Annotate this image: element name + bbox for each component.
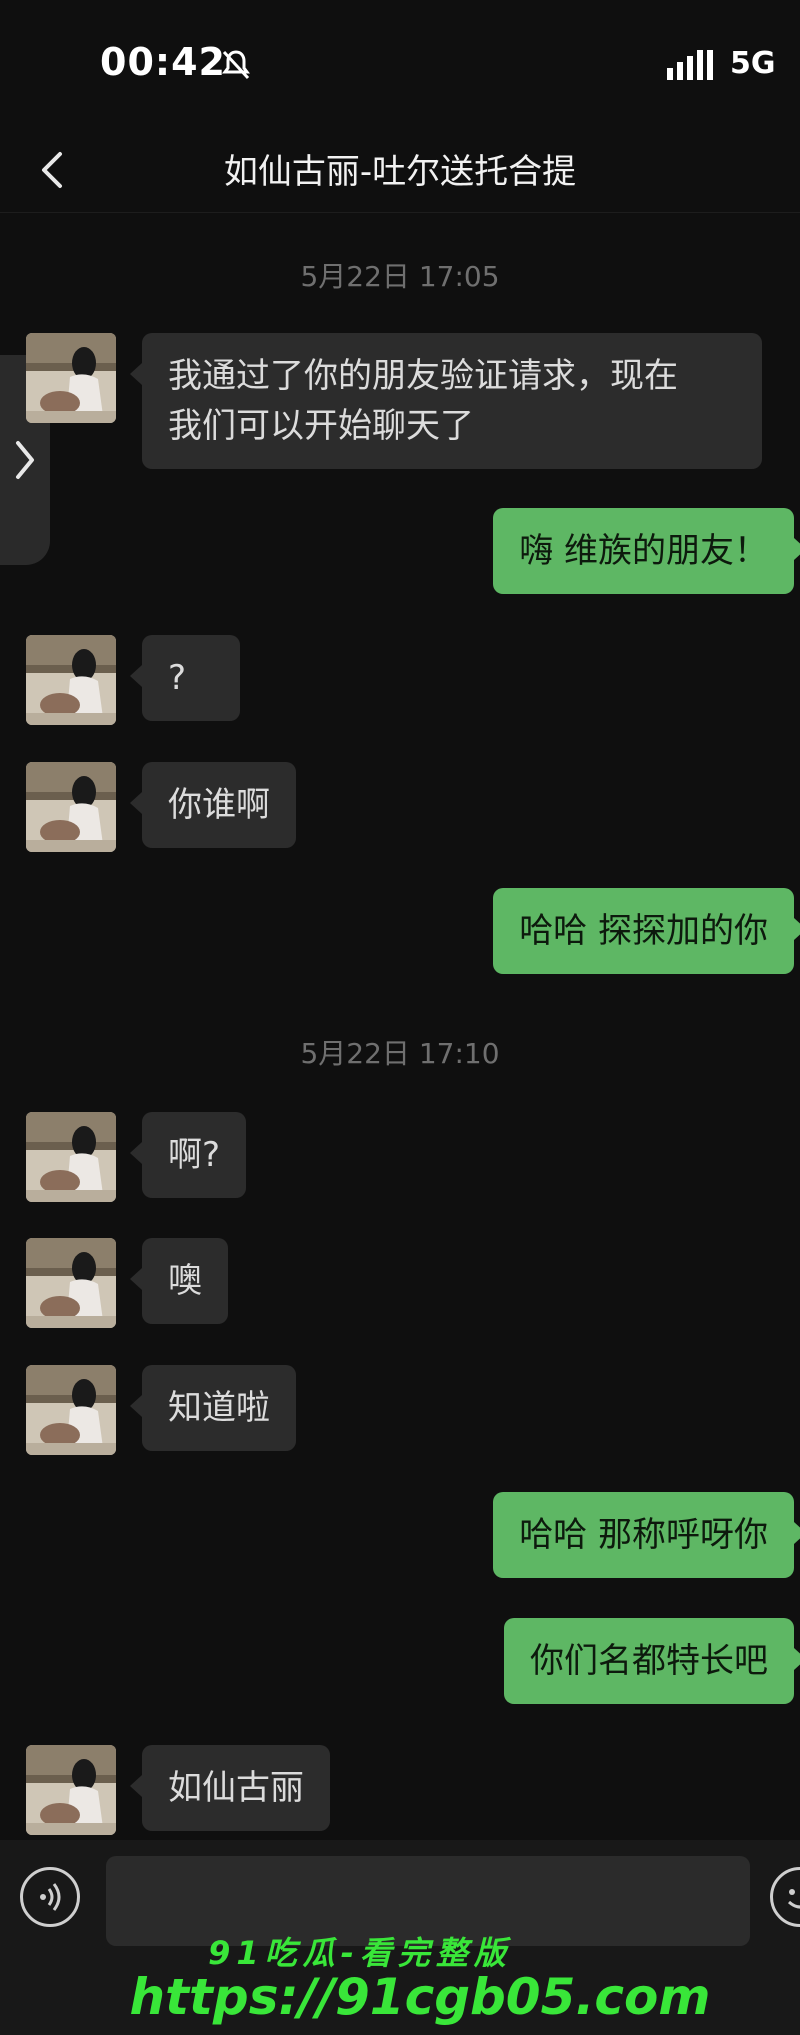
avatar-image bbox=[26, 1365, 116, 1455]
contact-avatar[interactable] bbox=[26, 1365, 116, 1455]
message-text: 你们名都特长吧 bbox=[530, 1641, 768, 1681]
chevron-right-icon bbox=[16, 441, 34, 479]
avatar-image bbox=[26, 762, 116, 852]
message-bubble-incoming[interactable]: 噢 bbox=[130, 1238, 228, 1324]
message-text: ? bbox=[168, 658, 187, 698]
avatar-image bbox=[26, 333, 116, 423]
message-text: 我通过了你的朋友验证请求，现在 bbox=[168, 356, 678, 396]
message-text: 嗨 维族的朋友！ bbox=[519, 531, 768, 571]
voice-icon bbox=[40, 1883, 61, 1911]
message-text: 如仙古丽 bbox=[168, 1768, 304, 1808]
message-bubble-incoming[interactable]: ? bbox=[130, 635, 240, 721]
message-text: 我们可以开始聊天了 bbox=[168, 406, 474, 446]
emoji-button[interactable] bbox=[770, 1867, 800, 1927]
emoji-icon bbox=[787, 1889, 800, 1909]
voice-button[interactable] bbox=[20, 1867, 80, 1927]
status-bar: 00:42 5G bbox=[0, 0, 800, 130]
message-text: 你谁啊 bbox=[168, 785, 270, 825]
message-text: 哈哈 那称呼呀你 bbox=[519, 1515, 768, 1555]
chat-title: 如仙古丽-吐尔送托合提 bbox=[223, 152, 577, 192]
message-bubble-incoming[interactable]: 知道啦 bbox=[130, 1365, 296, 1451]
avatar-image bbox=[26, 1238, 116, 1328]
avatar-image bbox=[26, 1112, 116, 1202]
message-text: 知道啦 bbox=[168, 1388, 270, 1428]
signal-icon bbox=[667, 50, 713, 80]
avatar-image bbox=[26, 635, 116, 725]
contact-avatar[interactable] bbox=[26, 635, 116, 725]
network-type: 5G bbox=[730, 46, 776, 81]
timestamp: 5月22日 17:10 bbox=[300, 1037, 500, 1070]
message-text: 啊? bbox=[168, 1135, 221, 1175]
timestamp: 5月22日 17:05 bbox=[300, 260, 500, 293]
mute-icon bbox=[222, 50, 250, 80]
message-bubble-outgoing[interactable]: 你们名都特长吧 bbox=[504, 1618, 800, 1704]
message-bubble-incoming[interactable]: 如仙古丽 bbox=[130, 1745, 330, 1831]
avatar-image bbox=[26, 1745, 116, 1835]
contact-avatar[interactable] bbox=[26, 333, 116, 423]
message-bubble-outgoing[interactable]: 嗨 维族的朋友！ bbox=[493, 508, 800, 594]
message-text: 哈哈 探探加的你 bbox=[519, 911, 768, 951]
contact-avatar[interactable] bbox=[26, 1238, 116, 1328]
message-bubble-outgoing[interactable]: 哈哈 那称呼呀你 bbox=[493, 1492, 800, 1578]
watermark-url: https://91cgb05.com bbox=[129, 1968, 711, 2026]
status-time: 00:42 bbox=[100, 40, 226, 84]
chat-header: 如仙古丽-吐尔送托合提 bbox=[0, 130, 800, 213]
message-bubble-outgoing[interactable]: 哈哈 探探加的你 bbox=[493, 888, 800, 974]
contact-avatar[interactable] bbox=[26, 762, 116, 852]
contact-avatar[interactable] bbox=[26, 1745, 116, 1835]
contact-avatar[interactable] bbox=[26, 1112, 116, 1202]
message-text: 噢 bbox=[168, 1261, 202, 1301]
message-bubble-incoming[interactable]: 我通过了你的朋友验证请求，现在 我们可以开始聊天了 bbox=[130, 333, 762, 469]
message-bubble-incoming[interactable]: 啊? bbox=[129, 1112, 247, 1198]
message-bubble-incoming[interactable]: 你谁啊 bbox=[130, 762, 296, 848]
